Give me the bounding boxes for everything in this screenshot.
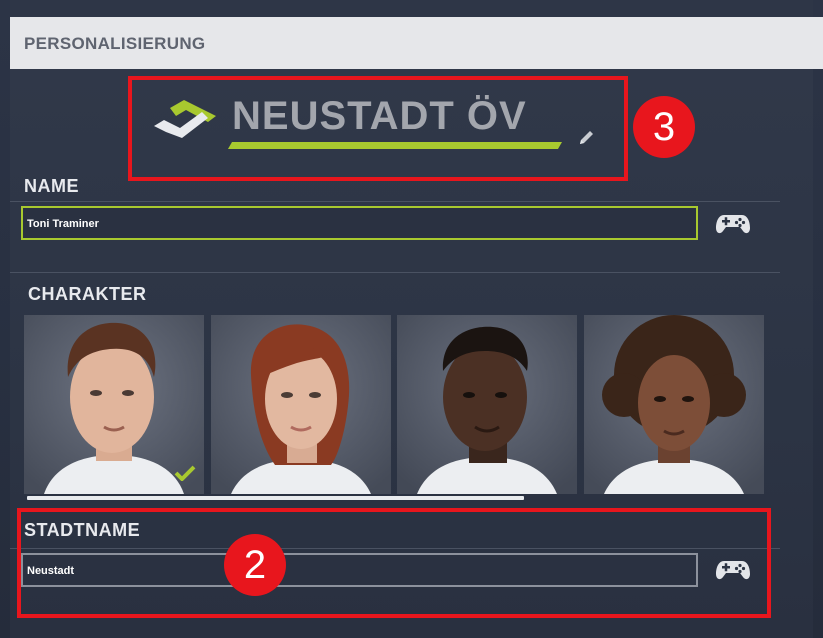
character-card-male-caucasian[interactable] bbox=[24, 315, 204, 494]
character-card-female-redhair[interactable] bbox=[211, 315, 391, 494]
name-top-divider bbox=[10, 201, 780, 202]
character-portrait-female-curly bbox=[584, 315, 764, 494]
callout-badge-2: 2 bbox=[224, 534, 286, 596]
name-label: NAME bbox=[24, 176, 79, 196]
header-bar: PERSONALISIERUNG bbox=[10, 17, 823, 69]
character-label: CHARAKTER bbox=[28, 284, 147, 304]
callout-box-company-name bbox=[128, 76, 628, 181]
page-title: PERSONALISIERUNG bbox=[24, 34, 206, 53]
gamepad-icon bbox=[716, 215, 750, 234]
character-top-divider bbox=[10, 272, 780, 273]
character-portrait-female-redhair bbox=[211, 315, 391, 494]
character-card-male-dark[interactable] bbox=[397, 315, 577, 494]
top-strip bbox=[10, 0, 813, 17]
name-input[interactable]: Toni Traminer bbox=[21, 206, 698, 240]
selected-check-icon bbox=[174, 465, 196, 481]
character-scrollbar[interactable] bbox=[27, 496, 524, 500]
callout-box-city-name bbox=[17, 508, 771, 618]
character-card-female-curly[interactable] bbox=[584, 315, 764, 494]
name-gamepad-button[interactable] bbox=[715, 211, 751, 237]
character-portrait-male-dark bbox=[397, 315, 577, 494]
callout-badge-3: 3 bbox=[633, 96, 695, 158]
